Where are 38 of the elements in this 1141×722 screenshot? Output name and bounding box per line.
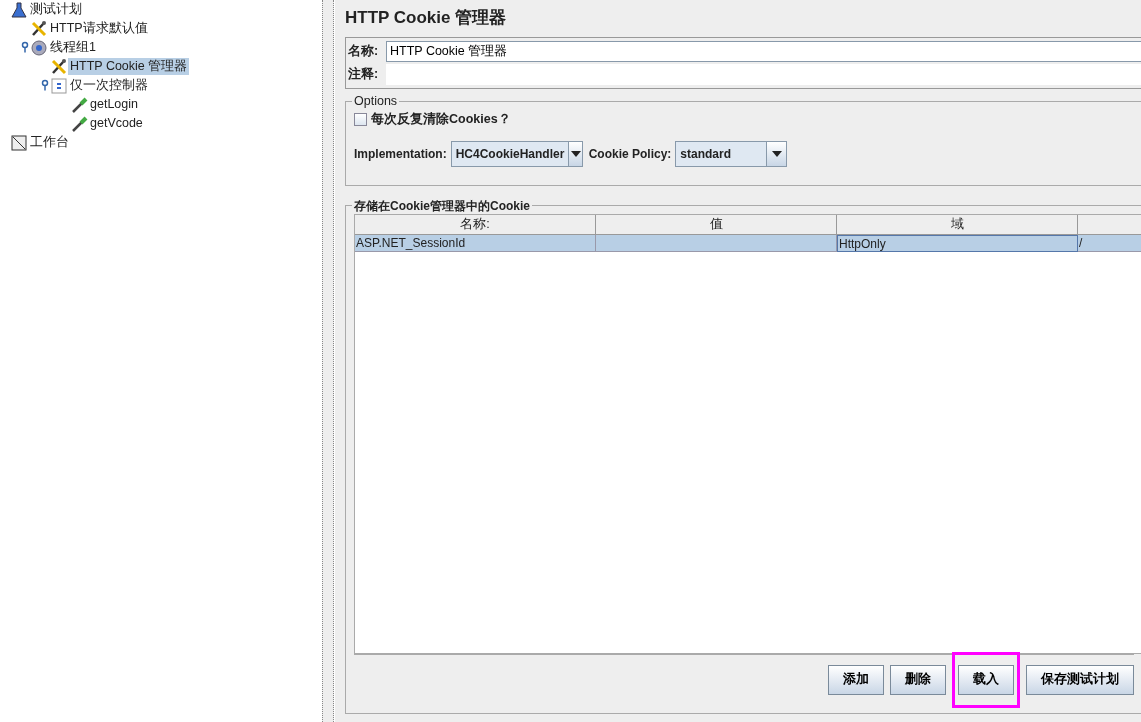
action-button[interactable]: 保存测试计划 bbox=[1026, 664, 1134, 695]
implementation-dropdown[interactable]: HC4CookieHandler bbox=[450, 140, 583, 167]
dropper-icon bbox=[70, 95, 88, 114]
tree-item[interactable]: getVcode bbox=[88, 115, 145, 132]
gear-icon bbox=[30, 38, 48, 57]
checkbox-label: 每次反复清除Cookies？ bbox=[371, 111, 511, 127]
implementation-label: Implementation: bbox=[354, 146, 447, 162]
column-header: 域 bbox=[837, 214, 1078, 235]
name-label: 名称: bbox=[348, 44, 380, 60]
checkbox[interactable] bbox=[354, 112, 367, 126]
wrench-icon bbox=[30, 19, 48, 38]
dropdown-arrow-icon bbox=[771, 150, 782, 157]
notepad-icon bbox=[10, 133, 28, 152]
tree-item[interactable]: getLogin bbox=[88, 96, 140, 113]
panel-title: HTTP Cookie 管理器 bbox=[345, 8, 508, 29]
column-header: 名称: bbox=[355, 214, 596, 235]
policy-dropdown[interactable]: standard bbox=[675, 140, 788, 167]
options-legend: Options bbox=[352, 95, 400, 108]
policy-label: Cookie Policy: bbox=[588, 146, 672, 162]
tree-item[interactable]: HTTP Cookie 管理器 bbox=[68, 58, 190, 75]
tree-item[interactable]: 仅一次控制器 bbox=[68, 77, 150, 94]
flask-icon bbox=[10, 0, 28, 19]
table-row[interactable]: ASP.NET_SessionId HttpOnly / bbox=[355, 234, 1141, 252]
controller-icon bbox=[50, 76, 68, 95]
tree-item[interactable]: 测试计划 bbox=[28, 1, 84, 18]
tree-item[interactable]: 工作台 bbox=[28, 134, 71, 151]
comment-label: 注释: bbox=[348, 67, 380, 83]
name-field[interactable]: HTTP Cookie 管理器 bbox=[386, 41, 1141, 63]
tree-item[interactable]: 线程组1 bbox=[48, 39, 98, 56]
dropper-icon bbox=[70, 114, 88, 133]
column-header: 值 bbox=[596, 214, 837, 235]
dropdown-arrow-icon bbox=[570, 150, 581, 157]
action-button[interactable]: 添加 bbox=[828, 664, 884, 695]
action-button[interactable]: 删除 bbox=[890, 664, 946, 695]
tree-item[interactable]: HTTP请求默认值 bbox=[48, 20, 150, 37]
wrench-icon bbox=[50, 57, 68, 76]
cookies-legend: 存储在Cookie管理器中的Cookie bbox=[352, 199, 532, 212]
action-button[interactable]: 载入 bbox=[958, 664, 1014, 695]
